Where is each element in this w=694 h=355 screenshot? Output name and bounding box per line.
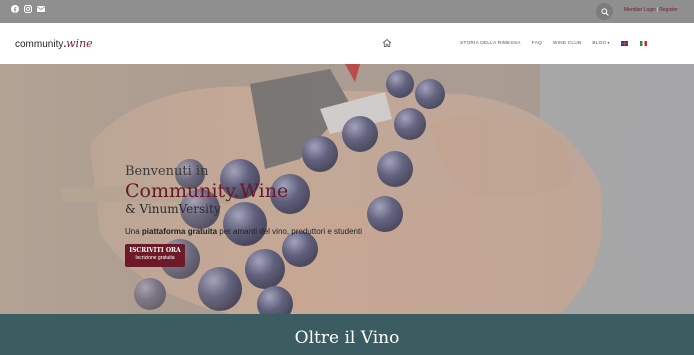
italy-flag-icon[interactable] — [639, 40, 647, 46]
member-login-link[interactable]: Member Login — [624, 7, 656, 13]
email-icon[interactable] — [37, 5, 45, 13]
nav-item-wine-club[interactable]: WINE CLUB — [553, 41, 581, 46]
tagline-post: per amanti del vino, produttori e studen… — [217, 227, 363, 236]
nav-item-faq[interactable]: FAQ — [532, 41, 542, 46]
tagline-bold: piattaforma gratuita — [141, 227, 218, 236]
nav-item-blog[interactable]: BLOG▾ — [592, 40, 609, 46]
main-nav: STORIA DELLA RIMESSA FAQ WINE CLUB BLOG▾ — [460, 40, 659, 46]
site-logo[interactable]: community.wine — [15, 37, 93, 50]
section-band: Oltre il Vino — [0, 314, 694, 355]
signup-button-sublabel: Iscrizione gratuita — [135, 255, 175, 261]
hero-tagline: Una piattaforma gratuita per amanti del … — [125, 227, 362, 236]
top-bar: Member Login|Register — [0, 0, 694, 23]
instagram-icon[interactable] — [24, 5, 32, 13]
search-icon — [600, 7, 609, 16]
uk-flag-icon[interactable] — [620, 40, 628, 46]
hero-subtitle: & VinumVersity — [125, 202, 221, 216]
hero-section: Benvenuti in Community.Wine & VinumVersi… — [0, 64, 694, 314]
section-title: Oltre il Vino — [294, 328, 400, 348]
main-header: community.wine STORIA DELLA RIMESSA FAQ … — [0, 23, 694, 64]
search-button[interactable] — [596, 3, 613, 20]
nav-item-storia[interactable]: STORIA DELLA RIMESSA — [460, 41, 521, 46]
home-icon[interactable] — [382, 38, 392, 48]
signup-button-label: ISCRIVITI ORA — [129, 247, 181, 254]
facebook-icon[interactable] — [11, 5, 19, 13]
nav-blog-label: BLOG — [592, 41, 607, 46]
hero-text: Benvenuti in Community.Wine & VinumVersi… — [125, 164, 362, 267]
logo-part-wine: wine — [66, 37, 93, 50]
hero-welcome: Benvenuti in — [125, 164, 209, 179]
logo-part-community: community — [15, 39, 64, 50]
signup-button[interactable]: ISCRIVITI ORA Iscrizione gratuita — [125, 244, 185, 267]
member-links: Member Login|Register — [624, 7, 678, 13]
hero-brand-title: Community.Wine — [125, 180, 289, 202]
register-link[interactable]: Register — [659, 7, 678, 13]
social-links — [11, 5, 45, 13]
chevron-down-icon: ▾ — [607, 40, 610, 45]
tagline-pre: Una — [125, 227, 142, 236]
